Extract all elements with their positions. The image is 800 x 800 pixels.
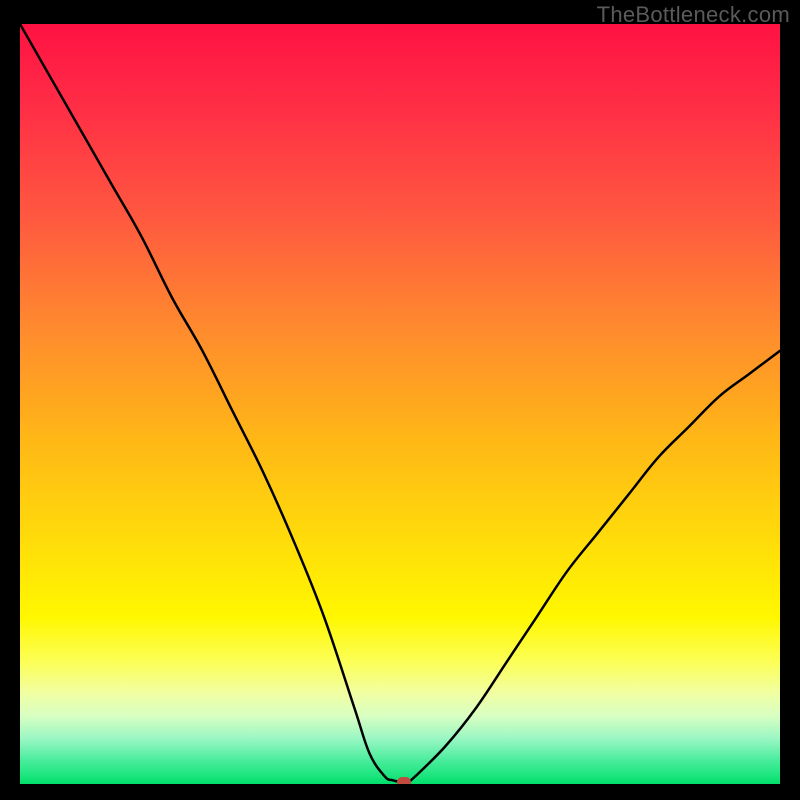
plot-area <box>20 24 780 784</box>
bottleneck-chart: TheBottleneck.com <box>0 0 800 800</box>
bottleneck-curve <box>20 24 780 784</box>
optimal-point-marker <box>397 777 411 784</box>
watermark-text: TheBottleneck.com <box>597 2 790 28</box>
